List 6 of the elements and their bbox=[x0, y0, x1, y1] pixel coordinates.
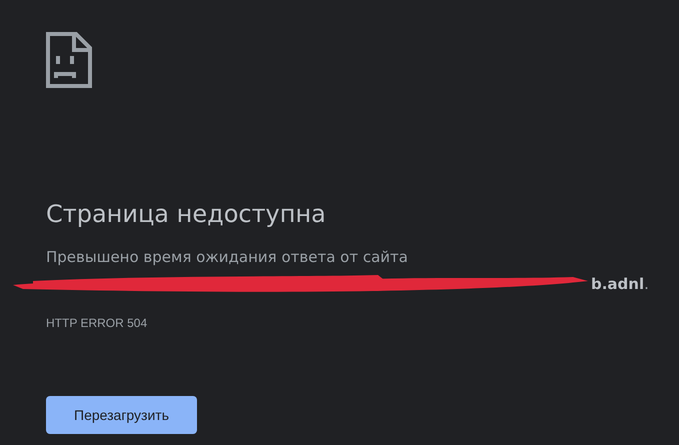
error-code: HTTP ERROR 504 bbox=[46, 316, 148, 330]
reload-button[interactable]: Перезагрузить bbox=[46, 396, 197, 434]
error-title: Страница недоступна bbox=[46, 199, 326, 230]
error-message: Превышено время ожидания ответа от сайта bbox=[46, 247, 408, 267]
sad-page-icon bbox=[46, 32, 92, 88]
site-url: b.adnl. bbox=[591, 275, 649, 293]
